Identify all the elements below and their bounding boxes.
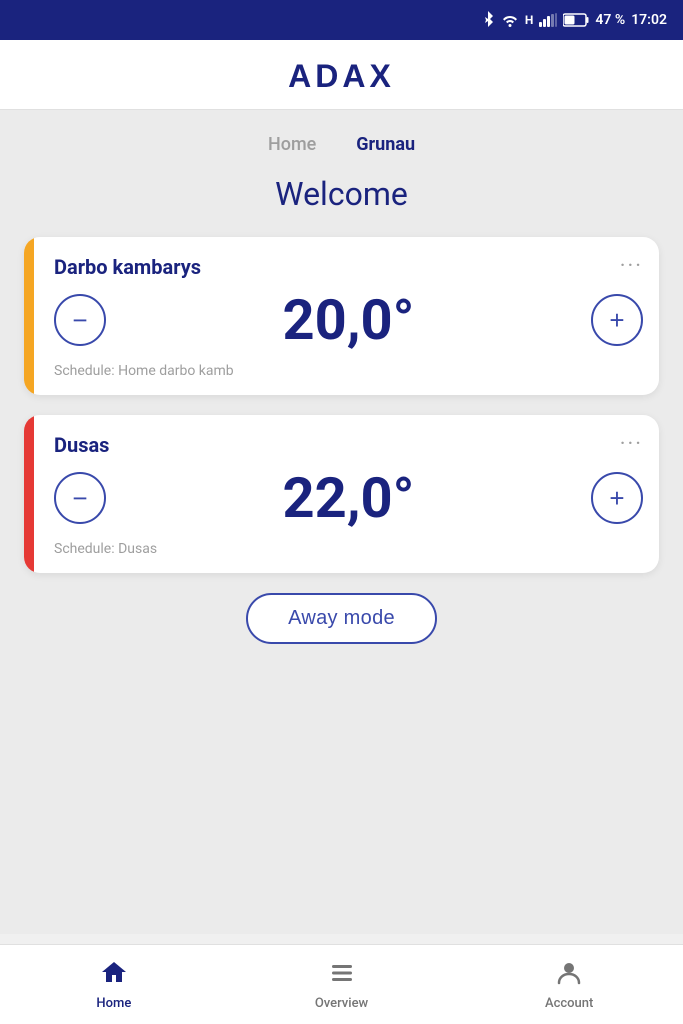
- card-header-darbo: Darbo kambarys ···: [54, 255, 643, 279]
- signal-h-icon: H: [525, 13, 533, 27]
- card-body-dusas: Dusas ··· − 22,0° + Schedule: Dusas: [34, 415, 659, 573]
- device-name-darbo: Darbo kambarys: [54, 255, 201, 279]
- device-menu-darbo[interactable]: ···: [620, 256, 643, 278]
- main-content: Home Grunau Welcome Darbo kambarys ··· −…: [0, 110, 683, 934]
- decrease-temp-dusas[interactable]: −: [54, 472, 106, 524]
- battery-text: 47 %: [595, 12, 625, 28]
- status-icons: H 47 % 17:02: [481, 11, 667, 29]
- increase-temp-dusas[interactable]: +: [591, 472, 643, 524]
- wifi-icon: [501, 13, 519, 27]
- card-header-dusas: Dusas ···: [54, 433, 643, 457]
- location-tab-grunau[interactable]: Grunau: [348, 130, 423, 159]
- temp-dusas: 22,0°: [106, 465, 591, 531]
- decrease-temp-darbo[interactable]: −: [54, 294, 106, 346]
- away-button-container: Away mode: [24, 593, 659, 644]
- increase-temp-darbo[interactable]: +: [591, 294, 643, 346]
- plus-icon-dusas: +: [609, 485, 624, 511]
- bluetooth-icon: [481, 11, 495, 29]
- device-menu-dusas[interactable]: ···: [620, 434, 643, 456]
- battery-icon: [563, 13, 589, 27]
- card-controls-darbo: − 20,0° +: [54, 287, 643, 353]
- device-name-dusas: Dusas: [54, 433, 109, 457]
- minus-icon-dusas: −: [72, 485, 87, 511]
- welcome-title: Welcome: [24, 175, 659, 213]
- signal-bars-icon: [539, 13, 557, 27]
- schedule-dusas: Schedule: Dusas: [54, 541, 643, 557]
- location-tabs: Home Grunau: [24, 130, 659, 159]
- list-icon: [328, 959, 356, 992]
- nav-label-home: Home: [96, 996, 131, 1011]
- bottom-nav: Home Overview Account: [0, 944, 683, 1024]
- minus-icon-darbo: −: [72, 307, 87, 333]
- account-icon: [555, 959, 583, 992]
- card-accent-darbo: [24, 237, 34, 395]
- app-header: ADAX: [0, 40, 683, 110]
- temp-darbo: 20,0°: [106, 287, 591, 353]
- nav-item-overview[interactable]: Overview: [228, 959, 456, 1011]
- location-tab-home[interactable]: Home: [260, 130, 324, 159]
- nav-item-home[interactable]: Home: [0, 959, 228, 1011]
- plus-icon-darbo: +: [609, 307, 624, 333]
- app-logo: ADAX: [288, 58, 395, 95]
- nav-label-overview: Overview: [315, 996, 368, 1011]
- card-accent-dusas: [24, 415, 34, 573]
- away-mode-button[interactable]: Away mode: [246, 593, 437, 644]
- status-bar: H 47 % 17:02: [0, 0, 683, 40]
- nav-item-account[interactable]: Account: [455, 959, 683, 1011]
- time-display: 17:02: [631, 12, 667, 28]
- card-controls-dusas: − 22,0° +: [54, 465, 643, 531]
- device-card-darbo: Darbo kambarys ··· − 20,0° + Schedule: H…: [24, 237, 659, 395]
- device-card-dusas: Dusas ··· − 22,0° + Schedule: Dusas: [24, 415, 659, 573]
- card-body-darbo: Darbo kambarys ··· − 20,0° + Schedule: H…: [34, 237, 659, 395]
- home-icon: [100, 959, 128, 992]
- nav-label-account: Account: [545, 996, 593, 1011]
- schedule-darbo: Schedule: Home darbo kamb: [54, 363, 643, 379]
